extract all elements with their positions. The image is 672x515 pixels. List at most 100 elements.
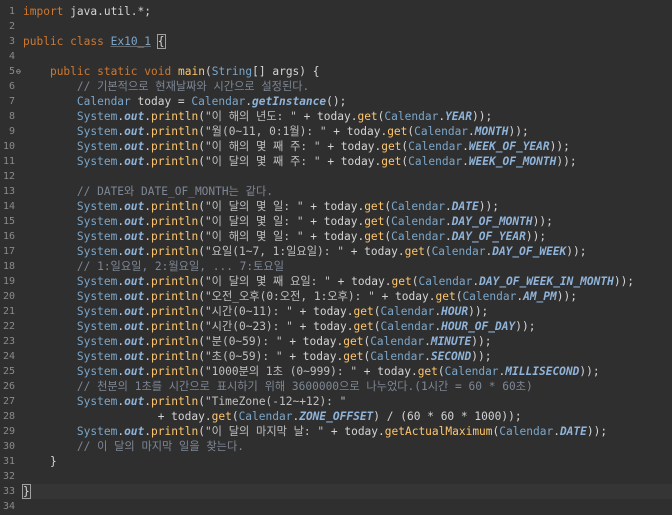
code-token: void — [144, 65, 172, 78]
code-token: public — [49, 65, 91, 78]
code-token: System — [76, 140, 118, 153]
code-line: // 1:일요일, 2:월요일, ... 7:토요일 — [23, 259, 284, 274]
code-line: System.out.println("이 달의 몇 일: " + today.… — [23, 199, 499, 214]
code-token: ( — [198, 140, 205, 153]
code-text-area[interactable]: import java.util.*; public class Ex10_1 {… — [22, 0, 672, 515]
code-line: + today.get(Calendar.ZONE_OFFSET) / (60 … — [23, 409, 522, 424]
code-token: . — [445, 230, 452, 243]
code-token: MILLISECOND — [505, 365, 580, 378]
code-token: "이 해의 년도: " — [204, 110, 297, 123]
code-token: "이 달의 마지막 날: " — [204, 425, 325, 438]
code-token: get — [357, 110, 378, 123]
code-token: + today. — [320, 155, 382, 168]
code-line: System.out.println("1000분의 1초 (0~999): "… — [23, 364, 600, 379]
code-token: String — [211, 65, 253, 78]
code-token: System — [76, 245, 118, 258]
code-token: Calendar — [499, 425, 554, 438]
line-number: 25 — [2, 366, 15, 377]
code-token: + today. — [282, 350, 344, 363]
code-token: ( — [198, 230, 205, 243]
code-token: )); — [586, 425, 608, 438]
code-token: )); — [549, 140, 570, 153]
code-token: getActualMaximum — [384, 425, 493, 438]
code-token: System — [76, 395, 118, 408]
line-number: 3 — [8, 36, 15, 47]
code-token: out — [124, 425, 145, 438]
code-token: . — [424, 350, 431, 363]
code-token: out — [124, 230, 145, 243]
line-number: 21 — [2, 306, 15, 317]
code-token: out — [124, 245, 145, 258]
code-token: "분(0~59): " — [204, 335, 283, 348]
code-token: )); — [613, 275, 635, 288]
code-token: . — [462, 155, 469, 168]
code-token: System — [76, 320, 118, 333]
code-line: System.out.println("이 해의 몇 째 주: " + toda… — [23, 139, 570, 154]
code-token: ( — [198, 110, 205, 123]
code-token: println — [151, 230, 199, 243]
code-token: . — [462, 140, 469, 153]
code-token: + today. — [292, 305, 354, 318]
line-number: 6 — [8, 81, 15, 92]
code-token: 60 — [406, 410, 421, 423]
line-number: 18 — [2, 261, 15, 272]
line-number: 27 — [2, 396, 15, 407]
line-number: 30 — [2, 441, 15, 452]
code-token: HOUR — [441, 305, 469, 318]
code-token: ( — [198, 155, 205, 168]
code-line: System.out.println("시간(0~23): " + today.… — [23, 319, 536, 334]
code-token: . — [424, 335, 431, 348]
code-token: )); — [556, 155, 577, 168]
code-token: + today. — [324, 425, 385, 438]
code-token: out — [124, 365, 145, 378]
code-token: "이 해의 몇 일: " — [204, 230, 304, 243]
code-token: println — [151, 125, 199, 138]
code-line: System.out.println("이 해의 몇 일: " + today.… — [23, 229, 546, 244]
code-token: MINUTE — [430, 335, 472, 348]
line-number: 2 — [8, 21, 15, 32]
code-token: + today. — [296, 110, 358, 123]
code-token: )); — [471, 335, 492, 348]
code-token: AM_PM — [523, 290, 557, 303]
code-token: "시간(0~23): " — [204, 320, 293, 333]
code-token: System — [76, 350, 118, 363]
code-token: main — [178, 65, 205, 78]
code-token: "이 해의 몇 째 주: " — [204, 140, 321, 153]
code-token: "초(0~59): " — [204, 350, 283, 363]
code-token: ( — [198, 290, 205, 303]
code-token: // 기본적으로 현재날짜와 시간으로 설정된다. — [23, 80, 310, 93]
code-line: System.out.println("이 달의 몇 째 요일: " + tod… — [23, 274, 634, 289]
code-token: ) / ( — [373, 410, 407, 423]
code-token: 1000 — [474, 410, 502, 423]
code-token: )); — [478, 200, 499, 213]
code-token: today = — [130, 95, 192, 108]
code-line: // 이 달의 마지막 일을 찾는다. — [23, 439, 244, 454]
line-number: 23 — [2, 336, 15, 347]
code-token: "시간(0~11): " — [204, 305, 293, 318]
code-token: ( — [424, 245, 432, 258]
code-token: out — [124, 155, 145, 168]
code-token: get — [381, 140, 402, 153]
code-token: "TimeZone(-12~+12): " — [204, 395, 347, 408]
code-editor[interactable]: 1 2 3 4 5 6 7 8 9 10 11 12 13 14 15 16 17 18 19 20 21 22 23 24 2… — [0, 0, 672, 515]
line-number: 15 — [2, 216, 15, 227]
code-token: println — [151, 140, 199, 153]
code-token: println — [151, 275, 199, 288]
code-token: "요일(1~7, 1:일요일): " — [204, 245, 344, 258]
code-token: get — [353, 305, 374, 318]
code-token: ( — [198, 305, 205, 318]
line-number: 10 — [2, 141, 15, 152]
code-token: ( — [198, 395, 205, 408]
code-line: } — [22, 484, 31, 499]
code-token: Calendar — [431, 245, 486, 258]
code-line: // 기본적으로 현재날짜와 시간으로 설정된다. — [23, 79, 309, 94]
code-token: )); — [471, 350, 492, 363]
code-token: println — [151, 350, 199, 363]
